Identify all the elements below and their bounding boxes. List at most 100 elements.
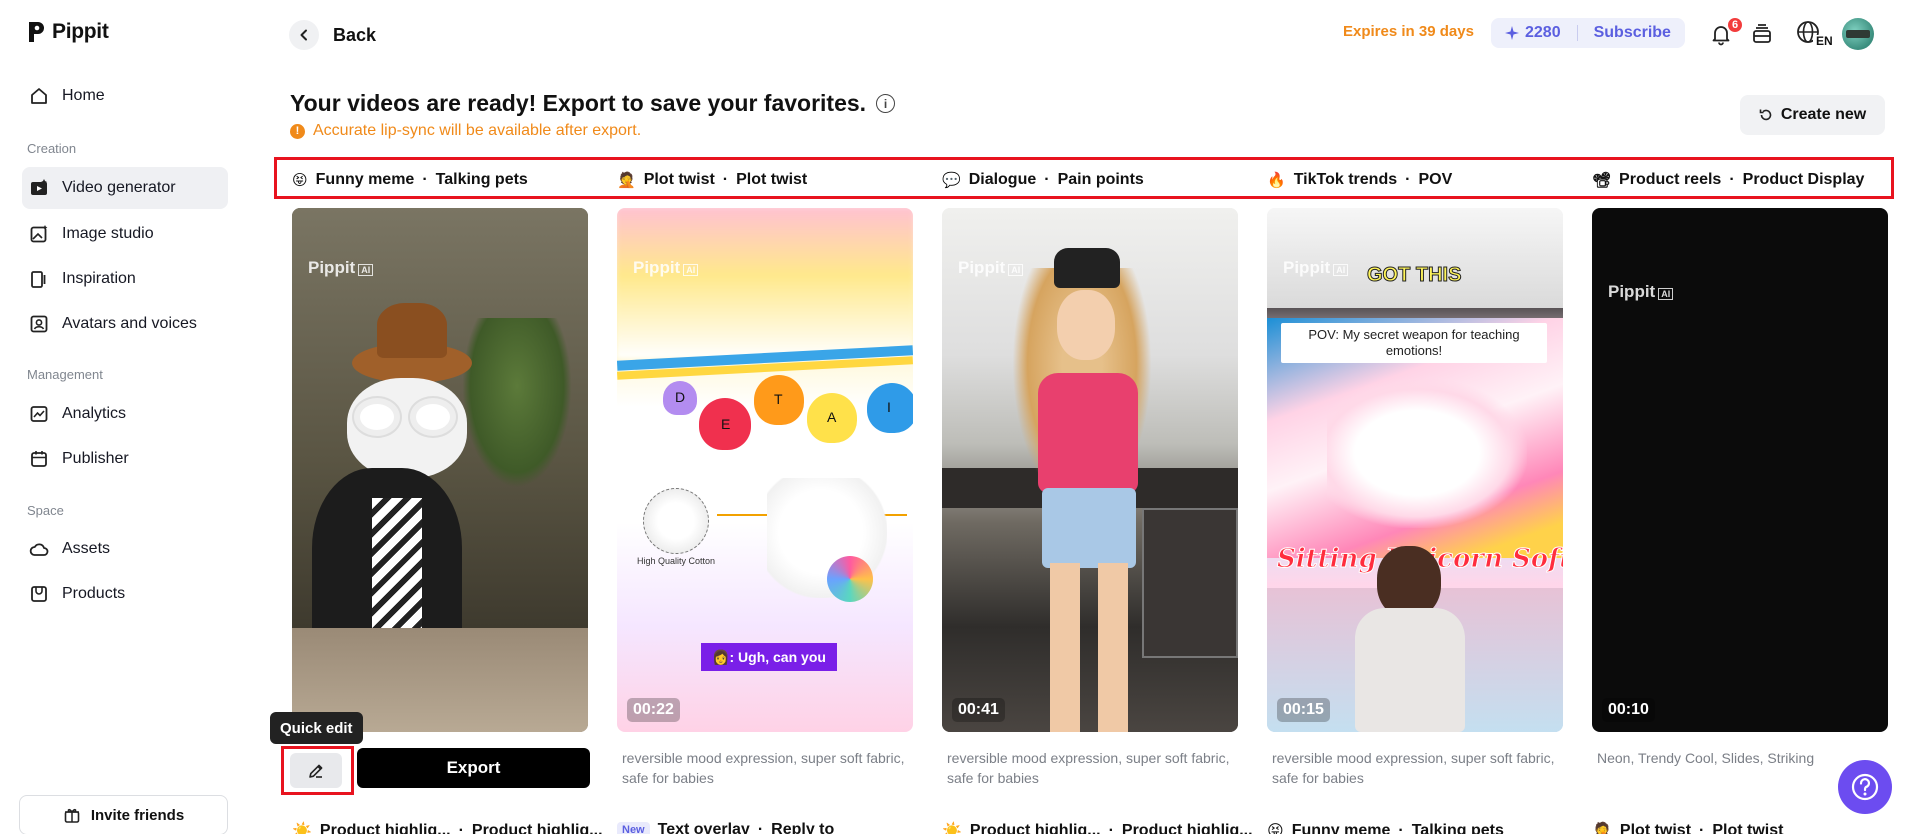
heart-letter: I xyxy=(867,383,913,433)
watermark: Pippit AI xyxy=(633,258,699,278)
face xyxy=(1057,290,1115,360)
leg-left xyxy=(1050,563,1080,732)
category-primary: Funny meme xyxy=(1291,822,1391,834)
help-button[interactable] xyxy=(1838,760,1892,814)
chevron-left-icon xyxy=(289,20,319,50)
heart-letter: T xyxy=(754,375,804,425)
hat-crown xyxy=(377,303,447,358)
user-avatar[interactable] xyxy=(1842,18,1874,50)
sidebar-item-home[interactable]: Home xyxy=(22,75,228,117)
image-studio-icon xyxy=(28,223,50,245)
heart-letter: A xyxy=(807,393,857,443)
category-secondary: Product Display xyxy=(1742,171,1865,188)
avatar-icon xyxy=(28,313,50,335)
vr-headset xyxy=(1054,248,1120,288)
language-code: EN xyxy=(1816,34,1833,48)
analytics-icon xyxy=(28,403,50,425)
category-tag[interactable]: 😝 Funny meme · Talking pets xyxy=(1267,821,1504,834)
category-secondary: Product highlig... xyxy=(471,822,603,834)
sidebar-item-inspiration[interactable]: Inspiration xyxy=(22,258,228,300)
category-secondary: Pain points xyxy=(1057,171,1144,188)
emoji-icon: 🔥 xyxy=(1267,172,1286,189)
nav-group-creation: Creation xyxy=(27,141,77,156)
sidebar-item-video-generator[interactable]: Video generator xyxy=(22,167,228,209)
category-tag[interactable]: New Text overlay · Reply to xyxy=(617,821,834,834)
category-tag[interactable]: 📽 Product reels · Product Display xyxy=(1592,171,1864,189)
expiry-notice[interactable]: Expires in 39 days xyxy=(1343,23,1474,40)
stack-icon[interactable] xyxy=(1748,20,1776,48)
emoji-icon: ☀️ xyxy=(942,823,962,834)
video-duration: 00:15 xyxy=(1277,698,1330,722)
caption-overlay: 👩: Ugh, can you xyxy=(701,643,837,671)
emoji-icon: ☀️ xyxy=(292,823,312,834)
lipsync-notice: ! Accurate lip-sync will be available af… xyxy=(290,122,641,140)
invite-label: Invite friends xyxy=(90,806,185,824)
plant-shape xyxy=(462,318,572,488)
video-duration: 00:41 xyxy=(952,698,1005,722)
inspiration-icon xyxy=(28,268,50,290)
sidebar-item-label: Products xyxy=(62,585,126,602)
category-primary: Dialogue xyxy=(968,171,1037,188)
pencil-icon xyxy=(309,764,323,778)
pink-top xyxy=(1038,373,1138,493)
quick-edit-button[interactable] xyxy=(290,753,342,788)
watermark: Pippit AI xyxy=(958,258,1024,278)
sidebar-item-avatars-voices[interactable]: Avatars and voices xyxy=(22,303,228,345)
category-primary: TikTok trends xyxy=(1293,171,1398,188)
category-secondary: Plot twist xyxy=(1712,822,1784,834)
info-icon[interactable]: i xyxy=(876,94,896,113)
divider xyxy=(1576,25,1578,41)
sidebar: Pippit Home Creation Video generator Ima… xyxy=(0,0,240,834)
denim-shorts xyxy=(1042,488,1136,568)
video-card[interactable]: GOT THIS POV: My secret weapon for teach… xyxy=(1267,208,1563,732)
back-label: Back xyxy=(333,24,377,45)
credits-pill[interactable]: 2280 Subscribe xyxy=(1491,18,1685,48)
export-button[interactable]: Export xyxy=(357,748,590,788)
category-tag[interactable]: 🤦 Plot twist · Plot twist xyxy=(1592,821,1783,834)
brand-logo[interactable]: Pippit xyxy=(26,20,109,44)
category-secondary: POV xyxy=(1418,171,1453,188)
category-tag[interactable]: 🤦 Plot twist · Plot twist xyxy=(617,171,807,189)
video-card[interactable]: Pippit AI 00:10 xyxy=(1592,208,1888,732)
video-thumbnail xyxy=(617,208,913,358)
video-card[interactable]: Pippit AI 00:41 xyxy=(942,208,1238,732)
category-tag[interactable]: 🔥 TikTok trends · POV xyxy=(1267,171,1452,189)
subscribe-link[interactable]: Subscribe xyxy=(1594,24,1671,42)
category-secondary: Product highlig... xyxy=(1121,822,1253,834)
category-tag[interactable]: ☀️ Product highlig... · Product highlig... xyxy=(942,821,1253,834)
language-globe-icon[interactable]: EN xyxy=(1796,20,1833,48)
sunglasses-left xyxy=(354,398,400,436)
sidebar-item-label: Analytics xyxy=(62,405,127,422)
gift-icon xyxy=(64,808,80,823)
warning-icon: ! xyxy=(290,123,305,139)
category-secondary: Talking pets xyxy=(435,171,528,188)
watermark: Pippit AI xyxy=(1608,282,1674,302)
video-card[interactable]: D E T A I High Quality Cotton 👩: Ugh, ca… xyxy=(617,208,913,732)
credits-count: 2280 xyxy=(1525,24,1561,41)
video-duration: 00:22 xyxy=(627,698,680,722)
nav-group-space: Space xyxy=(27,503,64,518)
emoji-icon: 😝 xyxy=(292,172,308,189)
sidebar-item-assets[interactable]: Assets xyxy=(22,528,228,570)
emoji-icon: 🤦 xyxy=(1592,823,1612,834)
video-card[interactable]: Pippit AI xyxy=(292,208,588,732)
category-tag[interactable]: ☀️ Product highlig... · Product highlig... xyxy=(292,821,603,834)
watermark: Pippit AI xyxy=(1283,258,1349,278)
sidebar-item-label: Home xyxy=(62,87,105,104)
category-tag[interactable]: 😝 Funny meme · Talking pets xyxy=(292,171,528,189)
sidebar-item-analytics[interactable]: Analytics xyxy=(22,393,228,435)
category-primary: Funny meme xyxy=(315,171,415,188)
create-new-button[interactable]: Create new xyxy=(1740,95,1885,135)
category-primary: Text overlay xyxy=(657,821,750,834)
category-tag[interactable]: 💬 Dialogue · Pain points xyxy=(942,171,1144,189)
sidebar-item-publisher[interactable]: Publisher xyxy=(22,438,228,480)
notice-text: Accurate lip-sync will be available afte… xyxy=(313,122,642,139)
brand-name: Pippit xyxy=(52,20,109,43)
video-duration: 00:10 xyxy=(1602,698,1655,722)
back-button[interactable]: Back xyxy=(289,20,376,50)
sidebar-item-image-studio[interactable]: Image studio xyxy=(22,213,228,255)
invite-friends-button[interactable]: Invite friends xyxy=(19,795,228,834)
home-icon xyxy=(28,85,50,107)
question-icon xyxy=(1851,773,1879,801)
sidebar-item-products[interactable]: Products xyxy=(22,573,228,615)
